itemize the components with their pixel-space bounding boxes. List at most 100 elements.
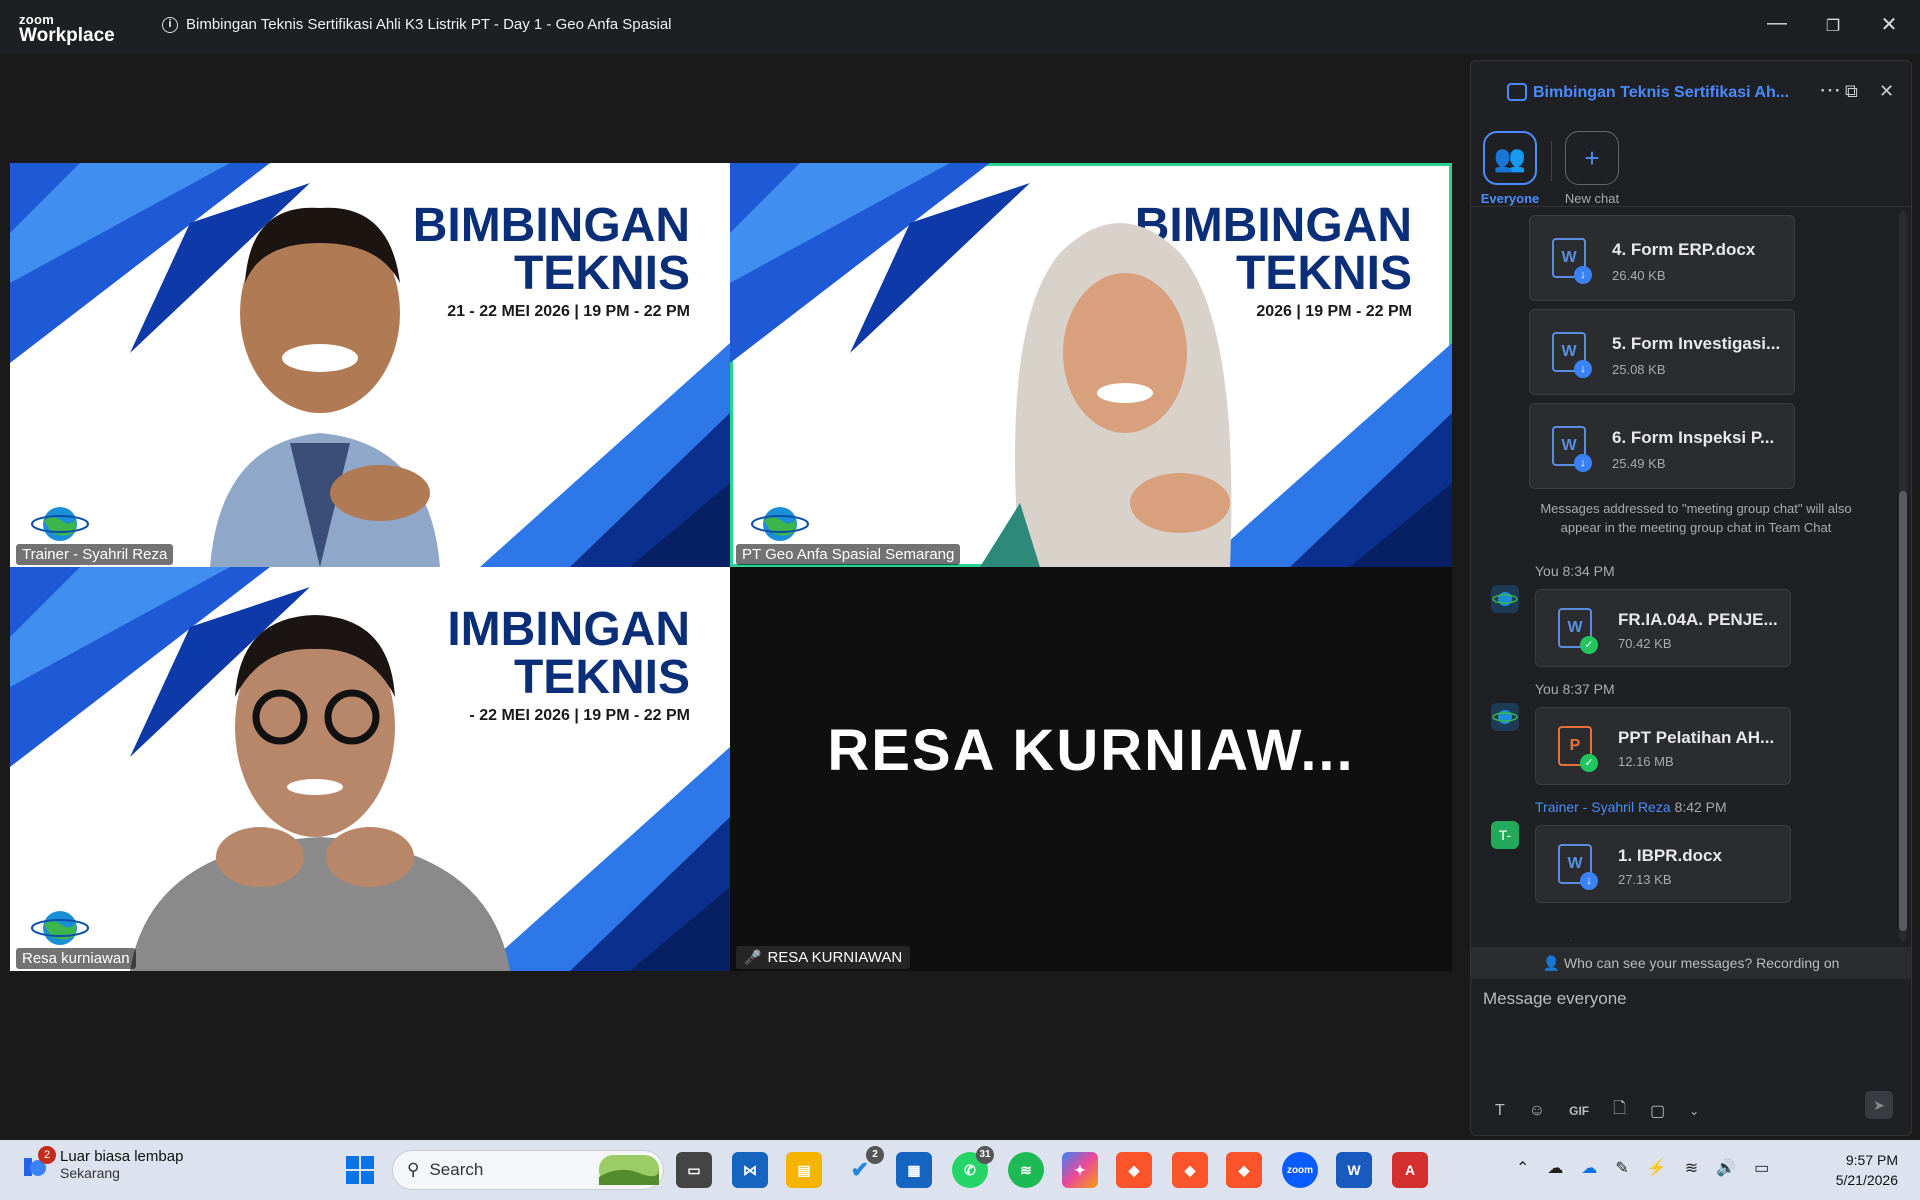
windows-taskbar: 2 Luar biasa lembap Sekarang ⚲ Search ▭ …: [0, 1140, 1920, 1200]
chat-scrollbar[interactable]: [1899, 211, 1907, 941]
meeting-title[interactable]: i Bimbingan Teknis Sertifikasi Ahli K3 L…: [162, 16, 672, 33]
whatsapp-icon[interactable]: ✆ 31: [952, 1146, 994, 1188]
brave-icon-3[interactable]: ◆: [1226, 1152, 1262, 1188]
minimize-button[interactable]: —: [1762, 12, 1792, 35]
popout-icon[interactable]: ⧉: [1845, 81, 1858, 102]
file-explorer-icon[interactable]: ▤: [786, 1152, 822, 1188]
message-time: 8:37 PM: [1562, 681, 1615, 697]
emoji-reaction-icon[interactable]: ☺: [1562, 937, 1578, 941]
video-tile-geo-anfa[interactable]: BIMBINGAN TEKNIS 2026 | 19 PM - 22 PM PT…: [730, 163, 1452, 567]
chat-header: Bimbingan Teknis Sertifikasi Ah... ⋯ ⧉ ✕: [1471, 61, 1911, 125]
battery-icon[interactable]: ▭: [1754, 1158, 1769, 1178]
send-button[interactable]: ➤: [1865, 1091, 1893, 1119]
tab-everyone[interactable]: 👥: [1483, 131, 1537, 185]
word-icon[interactable]: W: [1336, 1152, 1372, 1188]
store-icon[interactable]: ▦: [896, 1152, 932, 1188]
visibility-notice[interactable]: 👤 Who can see your messages? Recording o…: [1471, 947, 1911, 979]
task-view-icon[interactable]: ▭: [676, 1152, 712, 1188]
zoom-taskbar-icon[interactable]: zoom: [1282, 1152, 1318, 1188]
title-bar: zoom Workplace i Bimbingan Teknis Sertif…: [0, 0, 1920, 54]
info-icon[interactable]: i: [162, 16, 178, 33]
weather-title: Luar biasa lembap: [60, 1148, 184, 1165]
chevron-down-icon[interactable]: ⌄: [1689, 1104, 1699, 1118]
file-message[interactable]: W ↓ 5. Form Investigasi... 25.08 KB: [1529, 309, 1795, 395]
reply-icon[interactable]: ↩: [1535, 937, 1548, 941]
file-size: 70.42 KB: [1618, 636, 1672, 651]
participant-name: Trainer - Syahril Reza: [16, 544, 174, 565]
brand-bottom: Workplace: [19, 25, 115, 46]
download-icon[interactable]: ↓: [1580, 872, 1598, 890]
weather-widget[interactable]: 2 Luar biasa lembap Sekarang: [20, 1145, 184, 1181]
pen-icon[interactable]: ✎: [1615, 1158, 1628, 1178]
format-text-icon[interactable]: T: [1495, 1102, 1505, 1120]
globe-avatar-icon: [1492, 592, 1518, 606]
chat-tabs: 👥 Everyone + New chat: [1471, 127, 1911, 207]
check-icon: ✓: [1580, 754, 1598, 772]
close-chat-icon[interactable]: ✕: [1879, 81, 1894, 102]
mic-muted-icon: 🎤: [744, 949, 762, 965]
file-name: FR.IA.04A. PENJE...: [1618, 610, 1778, 629]
file-name: 4. Form ERP.docx: [1612, 240, 1756, 259]
weather-badge: 2: [38, 1145, 56, 1164]
sender-name: You: [1535, 681, 1559, 697]
meeting-title-text: Bimbingan Teknis Sertifikasi Ahli K3 Lis…: [186, 16, 672, 33]
clock[interactable]: 9:57 PM 5/21/2026: [1836, 1150, 1898, 1190]
banner-title-2: TEKNIS: [513, 247, 690, 300]
message-sender: You 8:34 PM: [1535, 563, 1615, 579]
plus-icon: +: [1584, 142, 1600, 173]
check-icon: ✓: [1580, 636, 1598, 654]
wifi-icon[interactable]: ≋: [1685, 1158, 1698, 1178]
copilot-icon[interactable]: ✦: [1062, 1152, 1098, 1188]
video-tile-trainer[interactable]: BIMBINGAN TEKNIS 21 - 22 MEI 2026 | 19 P…: [10, 163, 730, 567]
vscode-icon[interactable]: ⋈: [732, 1152, 768, 1188]
screenshot-icon[interactable]: ▢: [1650, 1101, 1665, 1121]
taskbar-search[interactable]: ⚲ Search: [392, 1150, 664, 1190]
brave-icon-2[interactable]: ◆: [1172, 1152, 1208, 1188]
volume-icon[interactable]: 🔊: [1716, 1158, 1736, 1178]
video-tile-resa-avatar[interactable]: RESA KURNIAW... 🎤 RESA KURNIAWAN: [730, 567, 1452, 971]
restore-button[interactable]: ❐: [1818, 16, 1848, 36]
tab-new-chat[interactable]: +: [1565, 131, 1619, 185]
more-options-icon[interactable]: ⋯: [1819, 77, 1841, 103]
cloud-icon[interactable]: ☁: [1547, 1158, 1563, 1178]
banner-date: 21 - 22 MEI 2026 | 19 PM - 22 PM: [447, 303, 690, 320]
whatsapp-badge: 31: [976, 1146, 994, 1164]
search-highlight-image: [599, 1155, 659, 1185]
file-message[interactable]: W ↓ 6. Form Inspeksi P... 25.49 KB: [1529, 403, 1795, 489]
banner-date: 2026 | 19 PM - 22 PM: [1256, 303, 1412, 320]
chevron-up-icon[interactable]: ⌃: [1516, 1158, 1529, 1178]
todo-icon[interactable]: ✔ 2: [842, 1146, 884, 1188]
message-sender: You 8:37 PM: [1535, 681, 1615, 697]
banner-title-1: BIMBINGAN: [412, 199, 690, 252]
acrobat-icon[interactable]: A: [1392, 1152, 1428, 1188]
download-icon[interactable]: ↓: [1574, 454, 1592, 472]
spotify-icon[interactable]: ≋: [1008, 1152, 1044, 1188]
onedrive-icon[interactable]: ☁: [1581, 1158, 1597, 1178]
scrollbar-thumb[interactable]: [1899, 491, 1907, 931]
composer-toolbar: T ☺ GIF 🗋 ▢ ⌄: [1495, 1097, 1699, 1124]
close-button[interactable]: ✕: [1874, 12, 1904, 37]
avatar-name-text: RESA KURNIAW...: [827, 718, 1355, 783]
file-message[interactable]: P ✓ PPT Pelatihan AH... 12.16 MB: [1535, 707, 1791, 785]
brave-icon-1[interactable]: ◆: [1116, 1152, 1152, 1188]
sender-name[interactable]: Trainer - Syahril Reza: [1535, 799, 1671, 815]
start-icon[interactable]: [342, 1152, 378, 1188]
download-icon[interactable]: ↓: [1574, 360, 1592, 378]
file-size: 26.40 KB: [1612, 268, 1666, 283]
video-tile-resa[interactable]: IMBINGAN TEKNIS - 22 MEI 2026 | 19 PM - …: [10, 567, 730, 971]
file-message[interactable]: W ↓ 1. IBPR.docx 27.13 KB: [1535, 825, 1791, 903]
more-icon[interactable]: ⋯: [1593, 937, 1609, 941]
video-stage: BIMBINGAN TEKNIS 21 - 22 MEI 2026 | 19 P…: [0, 54, 1470, 1140]
gif-button[interactable]: GIF: [1569, 1104, 1589, 1118]
file-message[interactable]: W ✓ FR.IA.04A. PENJE... 70.42 KB: [1535, 589, 1791, 667]
emoji-icon[interactable]: ☺: [1529, 1102, 1545, 1120]
battery-saver-icon[interactable]: ⚡: [1647, 1158, 1667, 1178]
tab-divider: [1551, 141, 1552, 181]
download-icon[interactable]: ↓: [1574, 266, 1592, 284]
file-icon[interactable]: 🗋: [1613, 1097, 1626, 1124]
file-message[interactable]: W ↓ 4. Form ERP.docx 26.40 KB: [1529, 215, 1795, 301]
message-input[interactable]: Message everyone: [1483, 989, 1903, 1009]
file-name: 5. Form Investigasi...: [1612, 334, 1781, 353]
chat-title[interactable]: Bimbingan Teknis Sertifikasi Ah...: [1533, 84, 1789, 102]
message-time: 8:34 PM: [1562, 563, 1615, 579]
